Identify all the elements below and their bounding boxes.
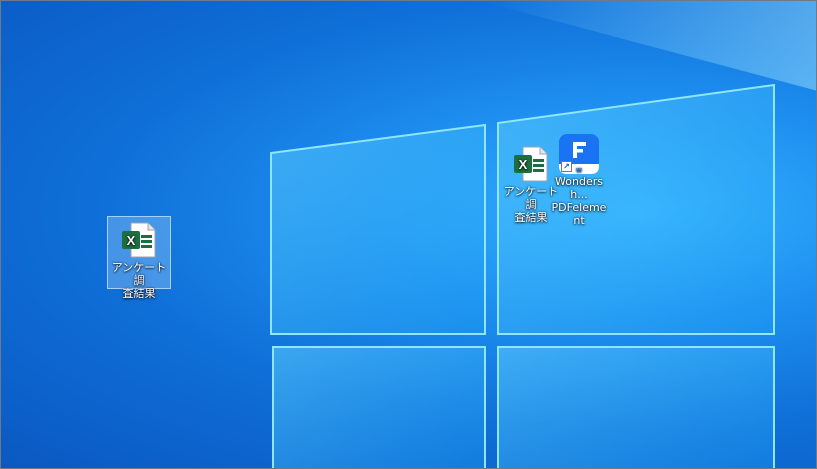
light-beam [481, 1, 816, 91]
shortcut-arrow-icon: ↗ [561, 161, 572, 172]
window-pane-bottom-left [272, 346, 486, 468]
icon-label-line2: PDFelement [551, 201, 607, 227]
desktop-icon-excel-survey-selected[interactable]: X アンケート調 査結果 [107, 216, 171, 300]
svg-text:w: w [575, 167, 582, 174]
excel-icon: X [511, 144, 551, 184]
icon-label-line1: アンケート調 [111, 261, 167, 287]
window-pane-top-left [270, 123, 486, 335]
svg-text:X: X [127, 233, 136, 248]
desktop[interactable]: X アンケート調 査結果 X アンケート調 査結果 w ↗ Wondersh..… [0, 0, 817, 469]
desktop-icon-pdfelement[interactable]: w ↗ Wondersh... PDFelement [548, 131, 610, 227]
pdfelement-app-icon: w ↗ [559, 134, 599, 174]
icon-label-line1: Wondersh... [555, 175, 603, 201]
svg-text:X: X [519, 157, 528, 172]
excel-icon: X [119, 220, 159, 260]
icon-label-line2: 査結果 [122, 287, 156, 300]
window-pane-bottom-right [497, 346, 775, 468]
